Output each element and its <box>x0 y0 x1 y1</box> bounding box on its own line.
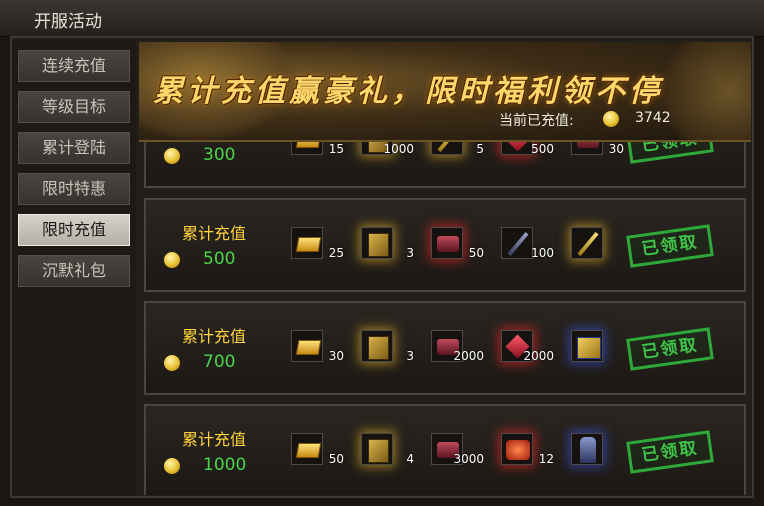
claimed-stamp: 已领取 <box>626 430 714 474</box>
gold-sword-icon[interactable]: 5 <box>431 140 484 156</box>
coin-icon <box>164 458 180 474</box>
row-amount: 700 <box>203 352 236 372</box>
gold-bar-icon[interactable]: 30 <box>291 330 344 363</box>
ruby-icon[interactable]: 500 <box>501 140 554 156</box>
coin-icon <box>603 111 619 127</box>
row-label: 累计充值 <box>182 224 247 243</box>
row-amount: 1000 <box>203 455 247 475</box>
sidebar-item-cumulative-login[interactable]: 累计登陆 <box>18 132 130 164</box>
sidebar-item-consecutive-recharge[interactable]: 连续充值 <box>18 50 130 82</box>
hero-figure-icon[interactable] <box>571 433 603 465</box>
claimed-stamp: 已领取 <box>626 224 714 268</box>
window-title: 开服活动 <box>34 12 102 32</box>
skill-book-icon[interactable]: 3 <box>361 227 414 260</box>
ore-icon[interactable]: 2000 <box>431 330 484 363</box>
ore-icon[interactable]: 30 <box>571 140 624 156</box>
coin-icon <box>164 252 180 268</box>
row-label: 累计充值 <box>182 430 247 449</box>
gold-bar-icon[interactable]: 15 <box>291 140 344 156</box>
sidebar: 连续充值 等级目标 累计登陆 限时特惠 限时充值 沉默礼包 <box>12 40 136 495</box>
gold-sword-icon[interactable] <box>571 227 603 259</box>
dark-sword-icon[interactable]: 100 <box>501 227 554 260</box>
scroll-icon[interactable] <box>571 330 603 362</box>
sidebar-item-level-target[interactable]: 等级目标 <box>18 91 130 123</box>
coin-icon <box>164 355 180 371</box>
row-amount: 500 <box>203 249 236 269</box>
skill-book-icon[interactable]: 1000 <box>361 140 414 156</box>
sidebar-item-silent-gift[interactable]: 沉默礼包 <box>18 255 130 287</box>
sidebar-item-limited-sale[interactable]: 限时特惠 <box>18 173 130 205</box>
treasure-chest-icon[interactable]: 12 <box>501 433 554 466</box>
treasure-pile-decoration <box>659 42 751 140</box>
reward-row: 累计充值 1000 50 4 3000 12 已领取 <box>144 404 746 495</box>
gold-bar-icon[interactable]: 25 <box>291 227 344 260</box>
ore-icon[interactable]: 50 <box>431 227 484 260</box>
skill-book-icon[interactable]: 4 <box>361 433 414 466</box>
sidebar-item-limited-recharge[interactable]: 限时充值 <box>18 214 130 246</box>
claimed-stamp: 已领取 <box>626 327 714 371</box>
reward-list[interactable]: 300 15 1000 5 500 30 已领取 累计充值 500 25 3 5… <box>139 140 751 495</box>
claimed-stamp: 已领取 <box>626 140 714 164</box>
skill-book-icon[interactable]: 3 <box>361 330 414 363</box>
charged-amount: 3742 <box>635 110 671 126</box>
banner-slogan: 累计充值赢豪礼，限时福利领不停 <box>153 74 663 109</box>
coin-icon <box>164 148 180 164</box>
row-amount: 300 <box>203 145 236 165</box>
charged-info: 当前已充值: 3742 <box>499 110 671 130</box>
charged-label: 当前已充值: <box>499 113 574 129</box>
reward-row: 300 15 1000 5 500 30 已领取 <box>144 140 746 188</box>
row-label: 累计充值 <box>182 327 247 346</box>
promo-banner: 累计充值赢豪礼，限时福利领不停 当前已充值: 3742 <box>139 42 751 142</box>
reward-row: 累计充值 500 25 3 50 100 已领取 <box>144 198 746 292</box>
reward-row: 累计充值 700 30 3 2000 2000 已领取 <box>144 301 746 395</box>
ruby-icon[interactable]: 2000 <box>501 330 554 363</box>
window-titlebar: 开服活动 <box>0 0 764 37</box>
gold-bar-icon[interactable]: 50 <box>291 433 344 466</box>
ore-icon[interactable]: 3000 <box>431 433 484 466</box>
